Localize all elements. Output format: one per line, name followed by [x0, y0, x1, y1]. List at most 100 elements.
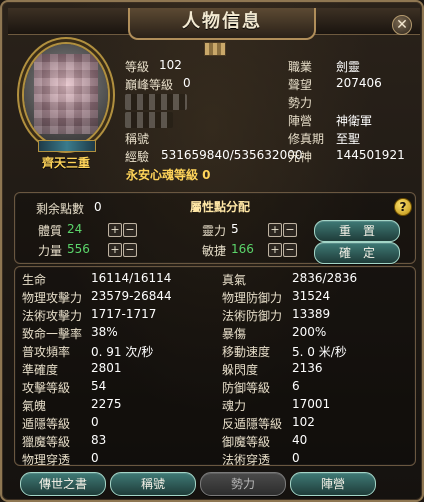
profile-reputation-value: 207406	[336, 76, 382, 90]
stat-demon-hunt-label: 獵魔等級	[22, 435, 71, 449]
portrait-status-bar	[38, 140, 96, 152]
attr-strength-label: 力量	[38, 244, 63, 258]
profile-peak-level-value: 0	[183, 76, 191, 90]
stat-magic-pen-value: 0	[292, 451, 300, 465]
window-title: 人物信息	[182, 11, 262, 32]
remaining-points-value: 0	[94, 200, 102, 214]
stat-mp-value: 2836/2836	[292, 271, 358, 285]
stat-phys-def-value: 31524	[292, 289, 331, 303]
stat-attack-level-value: 54	[91, 379, 107, 393]
tab-book[interactable]: 傳世之書	[20, 472, 106, 496]
attribute-allocation-title: 屬性點分配	[190, 200, 251, 214]
stat-attack-speed-label: 普攻頻率	[22, 345, 71, 359]
profile-faction-label: 勢力	[288, 96, 313, 110]
profile-title-label: 稱號	[125, 132, 150, 146]
stat-magic-def-label: 法術防御力	[222, 309, 283, 323]
stat-phys-pen-label: 物理穿透	[22, 453, 71, 467]
stat-accuracy-value: 2801	[91, 361, 122, 375]
portrait-frame	[24, 44, 108, 146]
stat-magic-atk-value: 1717-1717	[91, 307, 157, 321]
stat-attack-speed-value: 0. 91 次/秒	[91, 345, 154, 359]
stat-phys-def-label: 物理防御力	[222, 291, 283, 305]
stat-spirit-value: 2275	[91, 397, 122, 411]
constitution-plus-button[interactable]: +	[108, 223, 122, 237]
profile-class-value: 劍靈	[336, 60, 361, 74]
soul-grade: 永安心魂等級 0	[126, 168, 211, 182]
profile-camp-value: 神衛軍	[336, 114, 373, 128]
tab-title[interactable]: 稱號	[110, 472, 196, 496]
profile-level-label: 等級	[125, 60, 150, 74]
stat-demon-resist-value: 40	[292, 433, 308, 447]
confirm-button[interactable]: 確 定	[314, 242, 400, 264]
title-bar: 人物信息 ✕	[8, 8, 420, 40]
spirit-minus-button[interactable]: −	[283, 223, 297, 237]
stat-crit-rate-value: 38%	[91, 325, 118, 339]
stat-accuracy-label: 準確度	[22, 363, 59, 377]
attr-agility-value: 166	[231, 242, 254, 256]
stat-stealth-level-label: 遁隱等級	[22, 417, 71, 431]
portrait-area: 齊天三重	[16, 44, 116, 174]
profile-level-value: 102	[159, 58, 182, 72]
top-badge-icon	[204, 42, 226, 56]
stat-magic-pen-label: 法術穿透	[222, 453, 271, 467]
character-info-window: 人物信息 ✕ 齊天三重 等級 102 巔峰等級 0 稱號 經驗 53165984…	[0, 0, 424, 502]
title-plate: 人物信息	[128, 8, 316, 40]
stat-phys-atk-label: 物理攻擊力	[22, 291, 83, 305]
stat-crit-dmg-value: 200%	[292, 325, 327, 339]
portrait-caption: 齊天三重	[41, 156, 90, 170]
attr-constitution-label: 體質	[38, 224, 63, 238]
stat-crit-dmg-label: 暴傷	[222, 327, 247, 341]
profile-spirit-value: 144501921	[336, 148, 405, 162]
profile-reputation-label: 聲望	[288, 78, 313, 92]
stat-attack-level-label: 攻擊等級	[22, 381, 71, 395]
profile-peak-level-label: 巔峰等級	[125, 78, 174, 92]
attr-constitution-value: 24	[67, 222, 83, 236]
stat-evasion-label: 躲閃度	[222, 363, 259, 377]
stat-move-speed-value: 5. 0 米/秒	[292, 345, 347, 359]
help-icon[interactable]: ?	[394, 198, 412, 216]
profile-class-label: 職業	[288, 60, 313, 74]
stat-magic-def-value: 13389	[292, 307, 331, 321]
stat-soul-power-value: 17001	[292, 397, 331, 411]
constitution-minus-button[interactable]: −	[123, 223, 137, 237]
strength-minus-button[interactable]: −	[123, 243, 137, 257]
profile-camp-label: 陣營	[288, 114, 313, 128]
close-icon: ✕	[396, 17, 408, 33]
stat-mp-label: 真氣	[222, 273, 247, 287]
stat-defense-level-label: 防御等級	[222, 381, 271, 395]
stat-anti-stealth-label: 反遁隱等級	[222, 417, 283, 431]
attr-strength-value: 556	[67, 242, 90, 256]
stat-hp-label: 生命	[22, 273, 47, 287]
tab-camp[interactable]: 陣營	[290, 472, 376, 496]
attr-spirit-value: 5	[231, 222, 239, 236]
blurred-guild	[125, 112, 173, 128]
stat-stealth-level-value: 0	[91, 415, 99, 429]
stat-spirit-label: 氣魄	[22, 399, 47, 413]
avatar-image	[34, 54, 98, 134]
spirit-plus-button[interactable]: +	[268, 223, 282, 237]
stat-phys-atk-value: 23579-26844	[91, 289, 172, 303]
stat-magic-atk-label: 法術攻擊力	[22, 309, 83, 323]
tab-faction[interactable]: 勢力	[200, 472, 286, 496]
stat-defense-level-value: 6	[292, 379, 300, 393]
stat-anti-stealth-value: 102	[292, 415, 315, 429]
remaining-points-label: 剩余點數	[36, 202, 85, 216]
attr-agility-label: 敏捷	[202, 244, 227, 258]
agility-plus-button[interactable]: +	[268, 243, 282, 257]
stat-demon-hunt-value: 83	[91, 433, 107, 447]
stat-move-speed-label: 移動速度	[222, 345, 271, 359]
stat-crit-rate-label: 致命一擊率	[22, 327, 83, 341]
stat-hp-value: 16114/16114	[91, 271, 172, 285]
profile-exp-label: 經驗	[125, 150, 150, 164]
reset-button[interactable]: 重 置	[314, 220, 400, 242]
profile-cultivation-label: 修真期	[288, 132, 325, 146]
profile-cultivation-value: 至聖	[336, 132, 361, 146]
blurred-name	[125, 94, 187, 110]
stat-evasion-value: 2136	[292, 361, 323, 375]
stat-phys-pen-value: 0	[91, 451, 99, 465]
agility-minus-button[interactable]: −	[283, 243, 297, 257]
close-button[interactable]: ✕	[392, 15, 412, 35]
strength-plus-button[interactable]: +	[108, 243, 122, 257]
profile-exp-value: 531659840/535632000	[161, 148, 303, 162]
attr-spirit-label: 靈力	[202, 224, 227, 238]
